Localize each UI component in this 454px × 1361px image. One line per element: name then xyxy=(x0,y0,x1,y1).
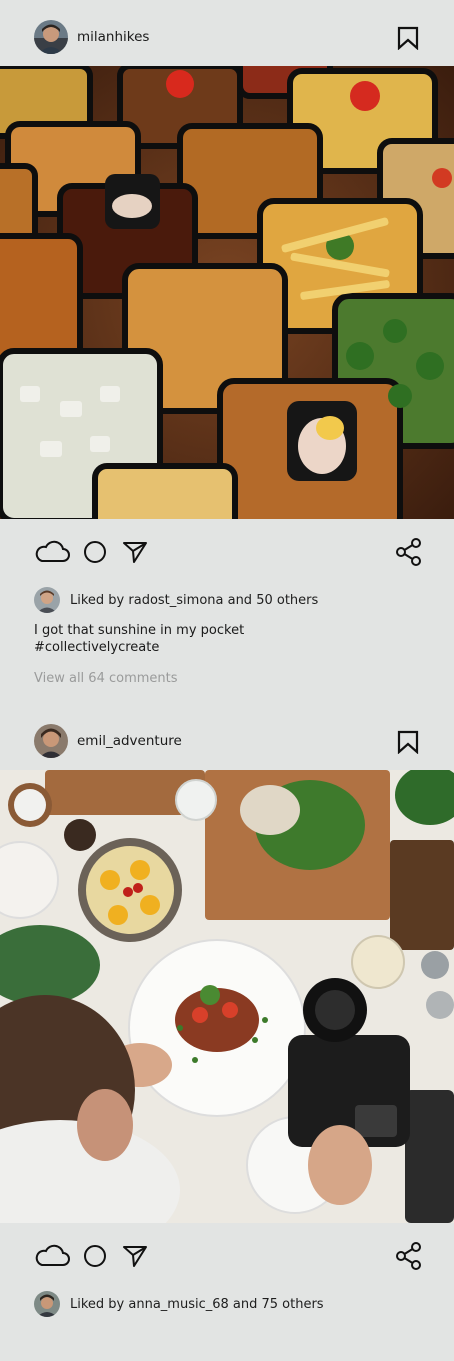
likes-row: Liked by anna_music_68 and 75 others xyxy=(34,1291,324,1317)
bookmark-icon[interactable] xyxy=(397,730,419,755)
user-avatar[interactable] xyxy=(34,20,68,54)
likes-row: Liked by radost_simona and 50 others xyxy=(34,587,318,613)
caption-text: I got that sunshine in my pocket xyxy=(34,623,245,638)
share-icon[interactable] xyxy=(396,1242,422,1274)
bookmark-icon[interactable] xyxy=(397,26,419,51)
post-header: emil_adventure xyxy=(0,706,454,776)
likes-text[interactable]: Liked by anna_music_68 and 75 others xyxy=(70,1297,324,1312)
send-icon[interactable] xyxy=(122,540,148,568)
circle-icon[interactable] xyxy=(83,540,107,568)
post-actions xyxy=(0,1240,454,1272)
share-icon[interactable] xyxy=(396,538,422,570)
liker-avatar[interactable] xyxy=(34,587,60,613)
circle-icon[interactable] xyxy=(83,1244,107,1272)
likes-text[interactable]: Liked by radost_simona and 50 others xyxy=(70,593,318,608)
post-actions xyxy=(0,536,454,568)
send-icon[interactable] xyxy=(122,1244,148,1272)
cloud-icon[interactable] xyxy=(34,1242,70,1272)
username[interactable]: emil_adventure xyxy=(77,733,182,749)
caption-hashtag[interactable]: #collectivelycreate xyxy=(34,639,244,656)
username[interactable]: milanhikes xyxy=(77,29,149,45)
post-header: milanhikes xyxy=(0,2,454,72)
feed: milanhikes Liked by radost_simona and 50… xyxy=(0,0,454,1361)
liker-avatar[interactable] xyxy=(34,1291,60,1317)
post-image[interactable] xyxy=(0,770,454,1223)
post-caption: I got that sunshine in my pocket #collec… xyxy=(34,622,244,656)
user-avatar[interactable] xyxy=(34,724,68,758)
view-comments-link[interactable]: View all 64 comments xyxy=(34,671,178,686)
cloud-icon[interactable] xyxy=(34,538,70,568)
post-image[interactable] xyxy=(0,66,454,519)
